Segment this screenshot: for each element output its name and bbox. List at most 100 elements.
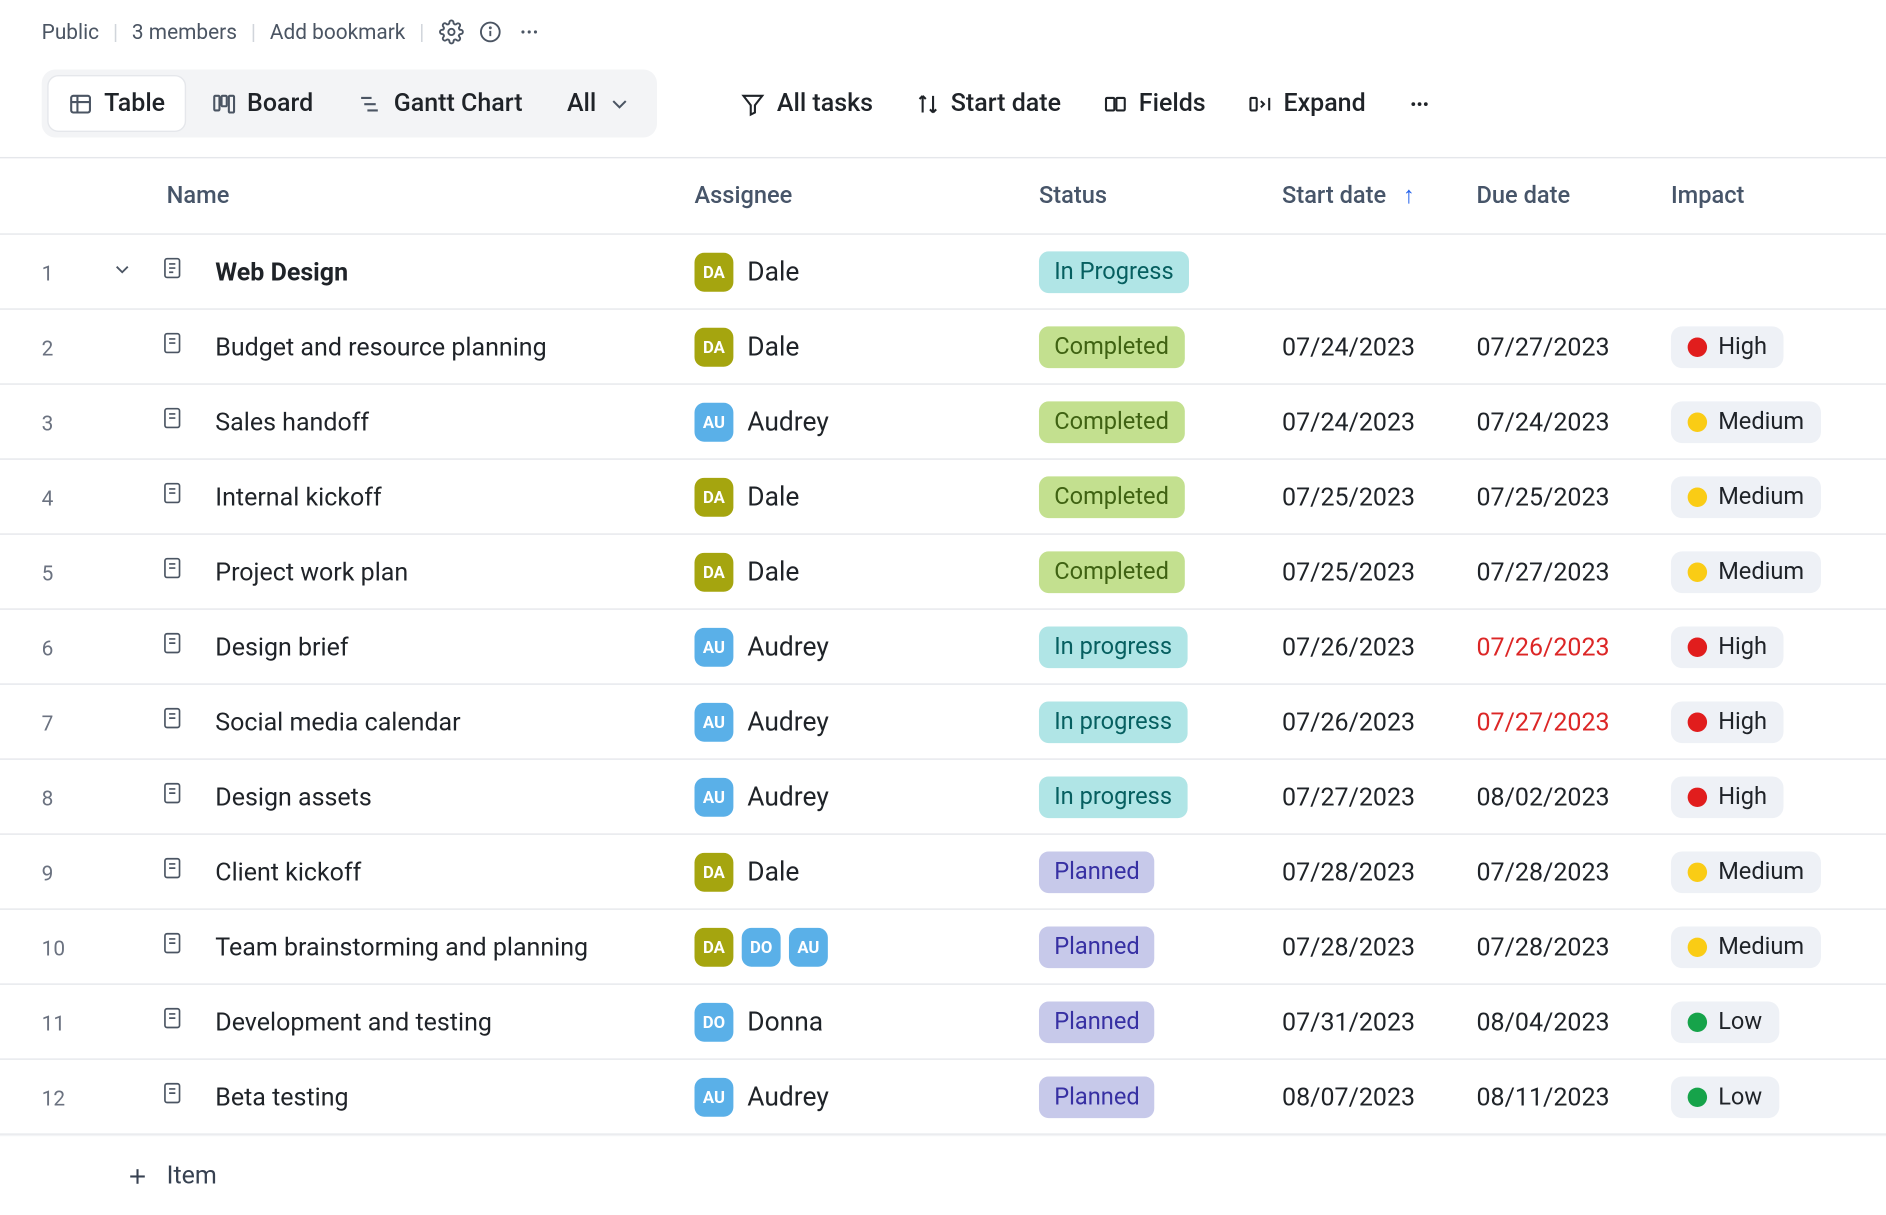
status-badge[interactable]: Completed xyxy=(1039,326,1184,368)
task-name[interactable]: Web Design xyxy=(215,258,348,287)
task-name[interactable]: Sales handoff xyxy=(215,408,369,437)
view-filter-all[interactable]: All xyxy=(548,76,652,130)
table-row[interactable]: 3 Sales handoff AUAudrey Completed 07/24… xyxy=(0,385,1886,460)
start-date[interactable]: 07/26/2023 xyxy=(1282,633,1415,662)
members-count[interactable]: 3 members xyxy=(132,19,237,44)
due-date[interactable]: 07/27/2023 xyxy=(1477,558,1610,587)
impact-badge[interactable]: Low xyxy=(1671,1076,1779,1118)
assignee-cell[interactable]: DADale xyxy=(695,477,1039,516)
avatar[interactable]: DO xyxy=(695,1002,734,1041)
table-row[interactable]: 1 Web Design DADale In Progress xyxy=(0,235,1886,310)
table-row[interactable]: 11 Development and testing DODonna Plann… xyxy=(0,985,1886,1060)
due-date[interactable]: 07/28/2023 xyxy=(1477,858,1610,887)
due-date[interactable]: 08/02/2023 xyxy=(1477,783,1610,812)
avatar[interactable]: DA xyxy=(695,327,734,366)
status-badge[interactable]: In progress xyxy=(1039,701,1187,743)
add-bookmark-button[interactable]: Add bookmark xyxy=(270,19,406,44)
view-table[interactable]: Table xyxy=(47,75,186,132)
task-name[interactable]: Internal kickoff xyxy=(215,483,381,512)
table-row[interactable]: 10 Team brainstorming and planning DADOA… xyxy=(0,910,1886,985)
column-start-date[interactable]: Start date ↑ xyxy=(1282,182,1476,210)
task-name[interactable]: Design assets xyxy=(215,783,371,812)
task-name[interactable]: Design brief xyxy=(215,633,348,662)
table-row[interactable]: 6 Design brief AUAudrey In progress 07/2… xyxy=(0,610,1886,685)
avatar[interactable]: AU xyxy=(695,627,734,666)
due-date[interactable]: 07/26/2023 xyxy=(1477,633,1610,662)
avatar[interactable]: AU xyxy=(695,402,734,441)
start-date[interactable]: 07/24/2023 xyxy=(1282,408,1415,437)
impact-badge[interactable]: Medium xyxy=(1671,476,1821,518)
column-impact[interactable]: Impact xyxy=(1671,182,1886,210)
status-badge[interactable]: In progress xyxy=(1039,776,1187,818)
status-badge[interactable]: In progress xyxy=(1039,626,1187,668)
table-row[interactable]: 7 Social media calendar AUAudrey In prog… xyxy=(0,685,1886,760)
start-date[interactable]: 07/25/2023 xyxy=(1282,558,1415,587)
status-badge[interactable]: Completed xyxy=(1039,401,1184,443)
expand-button[interactable]: Expand xyxy=(1233,76,1379,130)
table-row[interactable]: 9 Client kickoff DADale Planned 07/28/20… xyxy=(0,835,1886,910)
avatar[interactable]: AU xyxy=(695,702,734,741)
add-item-row[interactable]: Item xyxy=(0,1135,1886,1215)
assignee-cell[interactable]: DADale xyxy=(695,552,1039,591)
more-icon[interactable] xyxy=(516,19,541,44)
impact-badge[interactable]: Medium xyxy=(1671,851,1821,893)
impact-badge[interactable]: High xyxy=(1671,626,1784,668)
column-due-date[interactable]: Due date xyxy=(1477,182,1671,210)
info-icon[interactable] xyxy=(477,19,502,44)
start-date[interactable]: 08/07/2023 xyxy=(1282,1083,1415,1112)
avatar[interactable]: DO xyxy=(742,927,781,966)
start-date[interactable]: 07/25/2023 xyxy=(1282,483,1415,512)
impact-badge[interactable]: Low xyxy=(1671,1001,1779,1043)
impact-badge[interactable]: High xyxy=(1671,326,1784,368)
gear-icon[interactable] xyxy=(438,19,463,44)
due-date[interactable]: 07/25/2023 xyxy=(1477,483,1610,512)
table-row[interactable]: 8 Design assets AUAudrey In progress 07/… xyxy=(0,760,1886,835)
task-name[interactable]: Client kickoff xyxy=(215,858,361,887)
assignee-cell[interactable]: AUAudrey xyxy=(695,627,1039,666)
impact-badge[interactable]: Medium xyxy=(1671,551,1821,593)
sort-button[interactable]: Start date xyxy=(901,76,1075,130)
due-date[interactable]: 07/24/2023 xyxy=(1477,408,1610,437)
start-date[interactable]: 07/28/2023 xyxy=(1282,933,1415,962)
task-name[interactable]: Team brainstorming and planning xyxy=(215,933,588,962)
impact-badge[interactable]: Medium xyxy=(1671,926,1821,968)
expand-toggle[interactable] xyxy=(111,256,160,288)
fields-button[interactable]: Fields xyxy=(1089,76,1220,130)
assignee-cell[interactable]: DADale xyxy=(695,852,1039,891)
column-assignee[interactable]: Assignee xyxy=(695,182,1039,210)
due-date[interactable]: 08/11/2023 xyxy=(1477,1083,1610,1112)
status-badge[interactable]: Planned xyxy=(1039,1001,1155,1043)
status-badge[interactable]: Completed xyxy=(1039,476,1184,518)
table-row[interactable]: 4 Internal kickoff DADale Completed 07/2… xyxy=(0,460,1886,535)
due-date[interactable]: 07/27/2023 xyxy=(1477,333,1610,362)
assignee-cell[interactable]: AUAudrey xyxy=(695,777,1039,816)
column-name[interactable]: Name xyxy=(42,182,695,210)
assignee-cell[interactable]: DADOAU xyxy=(695,927,1039,966)
avatar[interactable]: DA xyxy=(695,927,734,966)
due-date[interactable]: 07/27/2023 xyxy=(1477,708,1610,737)
start-date[interactable]: 07/28/2023 xyxy=(1282,858,1415,887)
due-date[interactable]: 08/04/2023 xyxy=(1477,1008,1610,1037)
avatar[interactable]: AU xyxy=(695,777,734,816)
assignee-cell[interactable]: AUAudrey xyxy=(695,702,1039,741)
start-date[interactable]: 07/26/2023 xyxy=(1282,708,1415,737)
due-date[interactable]: 07/28/2023 xyxy=(1477,933,1610,962)
start-date[interactable]: 07/27/2023 xyxy=(1282,783,1415,812)
assignee-cell[interactable]: DADale xyxy=(695,327,1039,366)
impact-badge[interactable]: High xyxy=(1671,701,1784,743)
visibility-label[interactable]: Public xyxy=(42,19,99,44)
task-name[interactable]: Social media calendar xyxy=(215,708,460,737)
task-name[interactable]: Development and testing xyxy=(215,1008,492,1037)
table-row[interactable]: 5 Project work plan DADale Completed 07/… xyxy=(0,535,1886,610)
assignee-cell[interactable]: AUAudrey xyxy=(695,402,1039,441)
status-badge[interactable]: Planned xyxy=(1039,851,1155,893)
avatar[interactable]: DA xyxy=(695,252,734,291)
table-row[interactable]: 12 Beta testing AUAudrey Planned 08/07/2… xyxy=(0,1060,1886,1135)
view-board[interactable]: Board xyxy=(191,76,332,130)
view-gantt[interactable]: Gantt Chart xyxy=(338,76,542,130)
avatar[interactable]: DA xyxy=(695,852,734,891)
filter-tasks-button[interactable]: All tasks xyxy=(727,76,887,130)
status-badge[interactable]: In Progress xyxy=(1039,251,1189,293)
toolbar-more-button[interactable] xyxy=(1393,78,1446,128)
impact-badge[interactable]: Medium xyxy=(1671,401,1821,443)
